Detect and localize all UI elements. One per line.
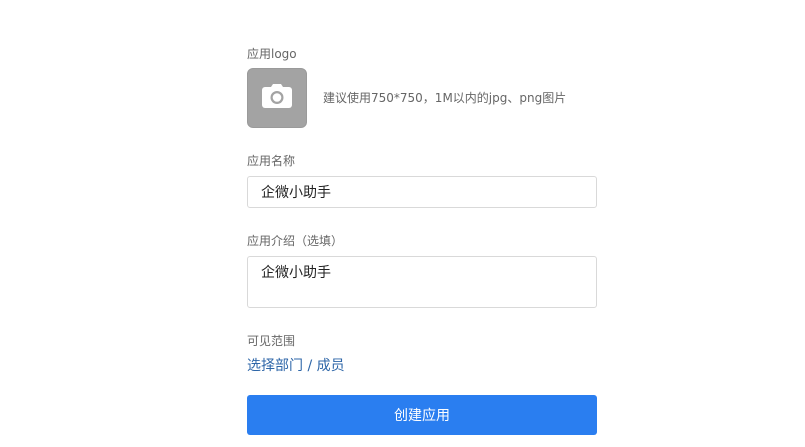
app-name-label: 应用名称 [247,154,296,168]
create-app-button[interactable]: 创建应用 [247,395,597,435]
logo-upload-button[interactable] [247,68,307,128]
app-intro-value: 企微小助手 [261,265,331,281]
app-logo-label: 应用logo [247,47,297,61]
app-intro-label: 应用介绍（选填） [247,234,344,248]
logo-hint-text: 建议使用750*750，1M以内的jpg、png图片 [323,91,567,105]
app-intro-textarea[interactable]: 企微小助手 [247,256,597,308]
app-name-input[interactable]: 企微小助手 [247,176,597,208]
app-name-value: 企微小助手 [261,185,331,201]
visibility-label: 可见范围 [247,334,296,348]
camera-icon [262,84,292,112]
select-members-link[interactable]: 选择部门 / 成员 [247,358,345,374]
